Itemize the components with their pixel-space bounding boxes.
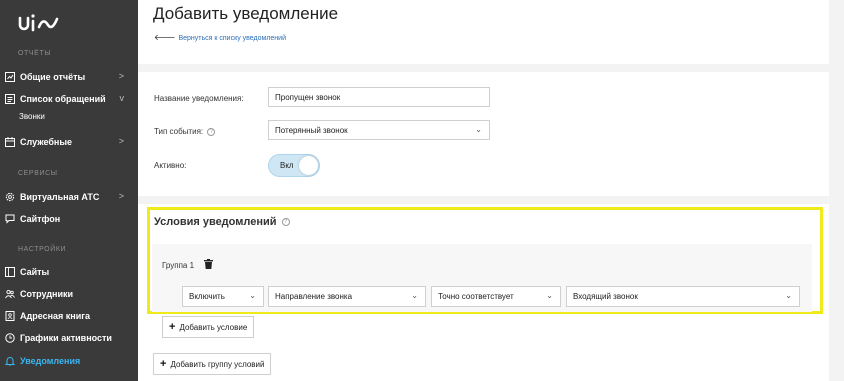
chevron-down-icon: ⌄	[475, 125, 482, 134]
sidebar-item-label: Служебные	[20, 137, 73, 147]
site-icon	[5, 267, 15, 277]
add-condition-button[interactable]: + Добавить условие	[162, 316, 255, 338]
address-book-icon	[5, 311, 15, 321]
sidebar-item-general-reports[interactable]: Общие отчёты >	[0, 68, 138, 86]
add-condition-label: Добавить условие	[179, 322, 248, 332]
operator-value: Точно соответствует	[438, 292, 514, 301]
active-toggle[interactable]: Вкл	[268, 154, 320, 177]
conditions-card: Условия уведомлений ? Группа 1 Включить …	[138, 204, 829, 381]
notification-form: Название уведомления: Пропущен звонок Ти…	[138, 72, 829, 196]
help-icon[interactable]: ?	[207, 127, 216, 136]
sidebar-item-virtual-pbx[interactable]: Виртуальная АТС >	[0, 188, 138, 206]
event-type-select[interactable]: Потерянный звонок ⌄	[268, 120, 490, 140]
notification-name-value: Пропущен звонок	[275, 92, 341, 102]
field-select[interactable]: Направление звонка ⌄	[268, 286, 426, 307]
sidebar-item-label: Адресная книга	[20, 311, 91, 321]
operator-select[interactable]: Точно соответствует ⌄	[431, 286, 561, 307]
clock-icon	[5, 333, 15, 343]
add-group-label: Добавить группу условий	[170, 359, 265, 369]
add-group-button[interactable]: + Добавить группу условий	[153, 353, 272, 375]
sidebar-item-address-book[interactable]: Адресная книга	[0, 307, 138, 325]
chevron-down-icon: ⌄	[411, 291, 418, 300]
condition-group: Группа 1 Включить ⌄ Направление звонка ⌄…	[152, 244, 812, 312]
users-icon	[5, 289, 15, 299]
group-label: Группа 1	[162, 261, 195, 270]
sidebar-subitem-calls[interactable]: Звонки	[19, 112, 45, 121]
plus-icon: +	[169, 321, 176, 333]
back-to-notifications-link[interactable]: 🡐 Вернуться к списку уведомлений	[154, 32, 286, 42]
name-label: Название уведомления:	[154, 94, 244, 103]
sidebar-item-employees[interactable]: Сотрудники	[0, 285, 138, 303]
section-settings: НАСТРОЙКИ	[18, 246, 67, 253]
include-value: Включить	[189, 292, 225, 301]
value-select[interactable]: Входящий звонок ⌄	[566, 286, 800, 307]
chevron-down-icon: v	[119, 93, 125, 103]
back-link-label: Вернуться к списку уведомлений	[178, 35, 286, 42]
sidebar-item-label: Сотрудники	[20, 289, 74, 299]
conditions-title: Условия уведомлений ?	[154, 216, 290, 228]
toggle-label: Вкл	[280, 161, 294, 170]
sidebar-item-activity-schedules[interactable]: Графики активности	[0, 329, 138, 347]
sidebar-item-sites[interactable]: Сайты	[0, 263, 138, 281]
chevron-right-icon: >	[118, 136, 124, 146]
sidebar-item-label: Список обращений	[20, 94, 106, 104]
help-icon[interactable]: ?	[281, 218, 290, 227]
sidebar-item-sitephone[interactable]: Сайтфон	[0, 210, 138, 228]
notification-name-input[interactable]: Пропущен звонок	[268, 87, 490, 107]
sidebar-item-label: Сайты	[20, 267, 50, 277]
value-value: Входящий звонок	[573, 292, 638, 301]
list-icon	[5, 94, 15, 104]
uis-logo[interactable]	[17, 12, 61, 34]
sidebar-item-label: Виртуальная АТС	[20, 192, 100, 202]
chevron-right-icon: >	[118, 71, 124, 81]
sidebar-item-notifications[interactable]: Уведомления	[0, 352, 138, 370]
sidebar-item-label: Сайтфон	[20, 214, 61, 224]
report-icon	[5, 72, 15, 82]
gear-icon	[5, 192, 15, 202]
sidebar-item-service[interactable]: Служебные >	[0, 133, 138, 151]
chevron-down-icon: ⌄	[249, 291, 256, 300]
event-type-label: Тип события: ?	[154, 127, 216, 136]
sidebar-item-label: Общие отчёты	[20, 72, 86, 82]
main-content: Добавить уведомление 🡐 Вернуться к списку…	[138, 0, 844, 381]
section-services: СЕРВИСЫ	[18, 170, 58, 177]
header-card: Добавить уведомление 🡐 Вернуться к списку…	[138, 0, 829, 64]
page-title: Добавить уведомление	[153, 4, 339, 23]
event-type-label-text: Тип события:	[154, 127, 204, 136]
trash-icon[interactable]	[204, 259, 213, 269]
field-value: Направление звонка	[275, 292, 353, 301]
phone-chat-icon	[5, 214, 15, 224]
sidebar-item-label: Уведомления	[20, 356, 81, 366]
chevron-down-icon: ⌄	[785, 291, 792, 300]
sidebar-item-label: Графики активности	[20, 333, 112, 343]
chevron-right-icon: >	[118, 191, 124, 201]
toggle-knob	[299, 156, 318, 175]
section-reports: ОТЧЁТЫ	[18, 50, 52, 57]
conditions-title-text: Условия уведомлений	[154, 216, 277, 228]
include-select[interactable]: Включить ⌄	[182, 286, 264, 307]
plus-icon: +	[160, 358, 167, 370]
sidebar: ОТЧЁТЫ Общие отчёты > Список обращений v…	[0, 0, 138, 381]
sidebar-item-requests[interactable]: Список обращений v	[0, 90, 138, 108]
event-type-value: Потерянный звонок	[275, 125, 348, 135]
arrow-left-icon: 🡐	[154, 33, 176, 42]
active-label: Активно:	[154, 161, 187, 170]
calendar-icon	[5, 137, 15, 147]
bell-icon	[5, 356, 15, 366]
chevron-down-icon: ⌄	[546, 291, 553, 300]
